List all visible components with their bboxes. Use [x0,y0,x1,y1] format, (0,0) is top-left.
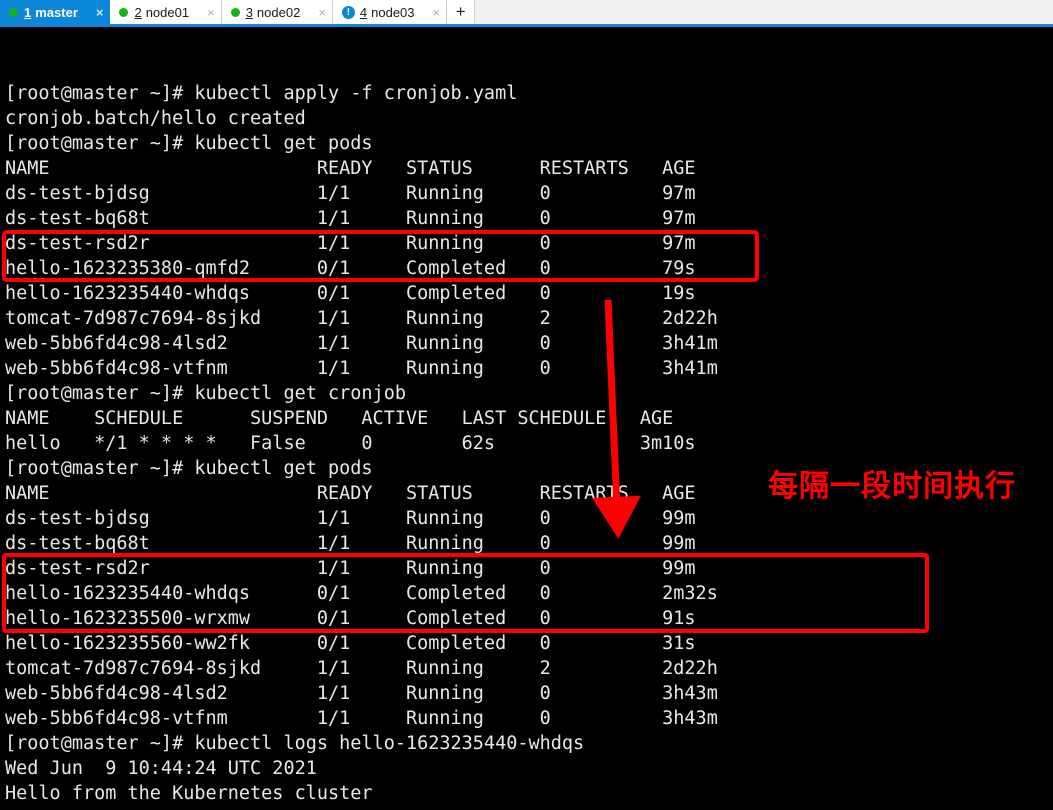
terminal-line: hello-1623235440-whdqs 0/1 Completed 0 2… [5,583,718,604]
terminal-output[interactable]: [root@master ~]# kubectl apply -f cronjo… [0,27,1053,810]
alert-circle-icon: ! [341,5,355,19]
tab-bar-filler [475,0,1053,24]
terminal-line: tomcat-7d987c7694-8sjkd 1/1 Running 2 2d… [5,308,718,329]
terminal-line: [root@master ~]# kubectl get pods [5,133,373,154]
close-icon[interactable]: × [429,6,441,19]
terminal-line: hello-1623235380-qmfd2 0/1 Completed 0 7… [5,258,696,279]
tab-index: 3 [245,4,253,20]
terminal-line: ds-test-bjdsg 1/1 Running 0 97m [5,183,696,204]
new-tab-button[interactable]: + [447,0,476,24]
terminal-line: Wed Jun 9 10:44:24 UTC 2021 [5,758,317,779]
tab-node02[interactable]: 3 node02 × [221,0,333,24]
terminal-line: NAME READY STATUS RESTARTS AGE [5,158,696,179]
terminal-line: ds-test-rsd2r 1/1 Running 0 99m [5,558,696,579]
terminal-line: web-5bb6fd4c98-vtfnm 1/1 Running 0 3h43m [5,708,718,729]
close-icon[interactable]: × [314,6,326,19]
terminal-line: ds-test-bq68t 1/1 Running 0 97m [5,208,696,229]
terminal-line: web-5bb6fd4c98-vtfnm 1/1 Running 0 3h41m [5,358,718,379]
terminal-line: hello */1 * * * * False 0 62s 3m10s [5,433,696,454]
terminal-window: 1 master × 2 node01 × 3 node02 × ! 4 nod… [0,0,1053,810]
terminal-line: [root@master ~]# kubectl logs hello-1623… [5,733,585,754]
tab-master[interactable]: 1 master × [0,0,111,24]
tab-node01[interactable]: 2 node01 × [110,0,222,24]
terminal-line: hello-1623235560-ww2fk 0/1 Completed 0 3… [5,633,696,654]
tab-index: 1 [24,4,32,20]
terminal-line: Hello from the Kubernetes cluster [5,783,373,804]
annotation-note: 每隔一段时间执行 [768,469,1016,504]
tab-bar: 1 master × 2 node01 × 3 node02 × ! 4 nod… [0,0,1053,24]
tab-index: 4 [359,4,368,20]
status-dot-icon [119,7,129,17]
tab-label: master [35,4,78,20]
terminal-line: hello-1623235440-whdqs 0/1 Completed 0 1… [5,283,696,304]
terminal-line: NAME SCHEDULE SUSPEND ACTIVE LAST SCHEDU… [5,408,674,429]
terminal-line: [root@master ~]# kubectl apply -f cronjo… [5,83,518,104]
terminal-line: web-5bb6fd4c98-4lsd2 1/1 Running 0 3h43m [5,683,718,704]
terminal-line: ds-test-rsd2r 1/1 Running 0 97m [5,233,696,254]
terminal-line: cronjob.batch/hello created [5,108,306,129]
tab-index: 2 [134,4,142,20]
tab-node03[interactable]: ! 4 node03 × [332,0,448,24]
terminal-line: ds-test-bq68t 1/1 Running 0 99m [5,533,696,554]
terminal-line: ds-test-bjdsg 1/1 Running 0 99m [5,508,696,529]
terminal-line: hello-1623235500-wrxmw 0/1 Completed 0 9… [5,608,696,629]
terminal-line: tomcat-7d987c7694-8sjkd 1/1 Running 2 2d… [5,658,718,679]
status-dot-icon [230,7,240,17]
tab-label: node01 [145,4,190,20]
terminal-line: [root@master ~]# kubectl get cronjob [5,383,406,404]
terminal-line-list: [root@master ~]# kubectl apply -f cronjo… [5,81,1053,806]
close-icon[interactable]: × [92,6,104,19]
tab-label: node03 [371,4,415,20]
status-dot-icon [9,7,18,17]
terminal-line: web-5bb6fd4c98-4lsd2 1/1 Running 0 3h41m [5,333,718,354]
close-icon[interactable]: × [203,6,215,19]
tab-label: node02 [256,4,301,20]
